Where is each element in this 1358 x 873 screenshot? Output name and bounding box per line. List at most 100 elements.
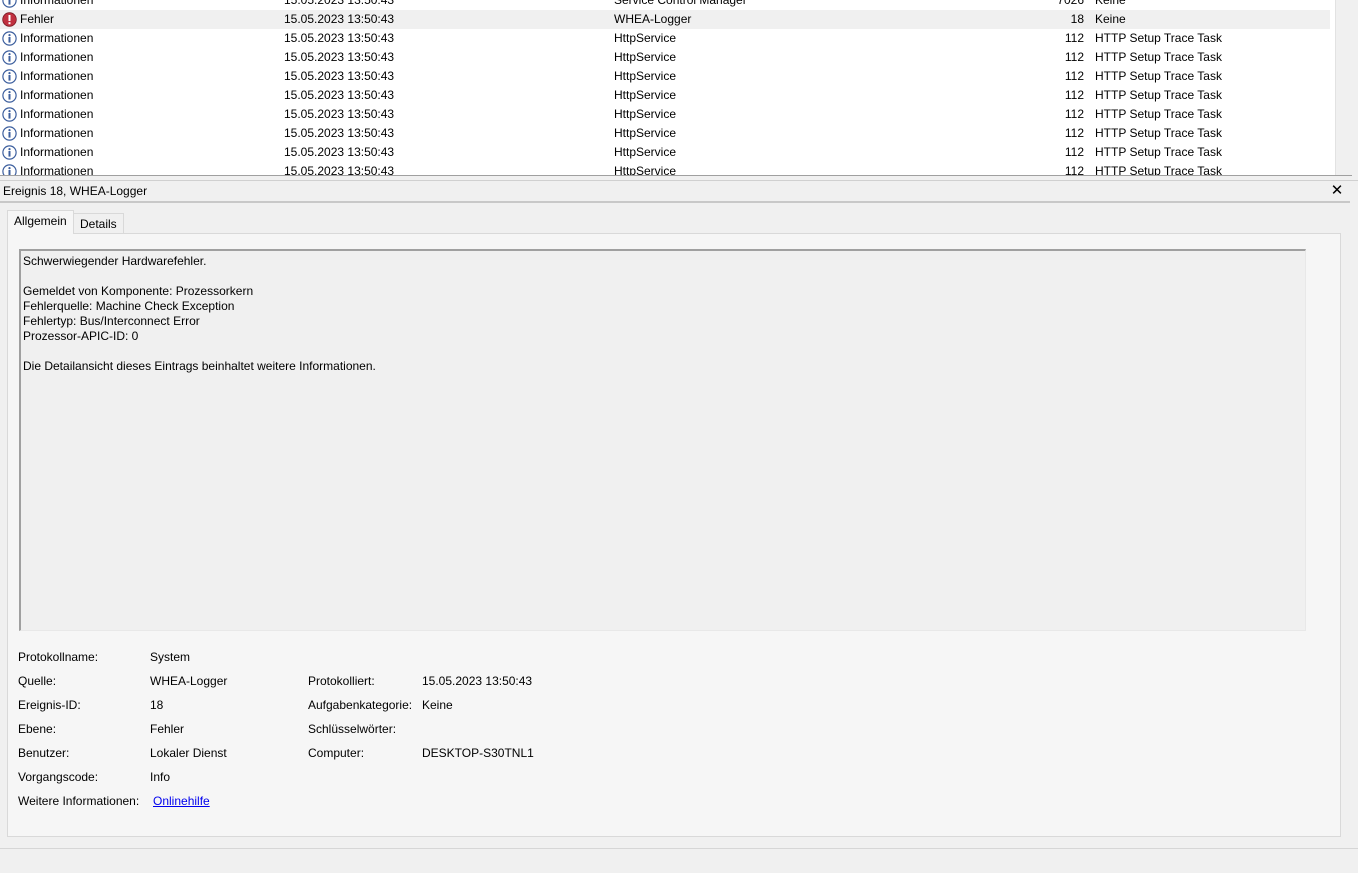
row-event-id: 112 — [1064, 88, 1084, 102]
row-event-id: 112 — [1064, 69, 1084, 83]
row-event-id: 112 — [1064, 31, 1084, 45]
table-row[interactable]: Informationen 15.05.2023 13:50:43 Service … — [0, 0, 1330, 10]
detail-header: Ereignis 18, WHEA-Logger ✕ — [0, 181, 1350, 203]
row-event-id: 112 — [1064, 145, 1084, 159]
row-date: 15.05.2023 13:50:43 — [284, 69, 395, 83]
row-level: Informationen — [20, 69, 94, 83]
user-label: Benutzer: — [18, 746, 70, 760]
row-task-category: HTTP Setup Trace Task — [1095, 50, 1222, 64]
row-source: HttpService — [614, 164, 677, 176]
event-list[interactable]: Informationen 15.05.2023 13:50:43 Service … — [0, 0, 1352, 176]
close-button[interactable]: ✕ — [1328, 181, 1346, 201]
row-source: HttpService — [614, 88, 677, 102]
row-source: Service Control Manager — [614, 0, 747, 7]
row-task-category: HTTP Setup Trace Task — [1095, 107, 1222, 121]
table-row[interactable]: Informationen 15.05.2023 13:50:43 HttpServ… — [0, 86, 1330, 105]
opcode-label: Vorgangscode: — [18, 770, 99, 784]
row-level: Informationen — [20, 164, 94, 176]
row-source: HttpService — [614, 107, 677, 121]
row-event-id: 112 — [1064, 164, 1084, 176]
row-task-category: HTTP Setup Trace Task — [1095, 69, 1222, 83]
event-id-label: Ereignis-ID: — [18, 698, 81, 712]
row-task-category: HTTP Setup Trace Task — [1095, 88, 1222, 102]
row-date: 15.05.2023 13:50:43 — [284, 126, 395, 140]
event-id-value: 18 — [150, 698, 164, 712]
row-date: 15.05.2023 13:50:43 — [284, 0, 395, 7]
row-task-category: Keine — [1095, 12, 1126, 26]
computer-label: Computer: — [308, 746, 365, 760]
table-row[interactable]: Informationen 15.05.2023 13:50:43 HttpServ… — [0, 162, 1330, 176]
table-row[interactable]: Fehler 15.05.2023 13:50:43 WHEA-Logger 18 Ke… — [0, 10, 1330, 29]
row-date: 15.05.2023 13:50:43 — [284, 88, 395, 102]
row-level: Informationen — [20, 88, 94, 102]
task-category-label: Aufgabenkategorie: — [308, 698, 413, 712]
row-event-id: 112 — [1064, 126, 1084, 140]
status-bar — [0, 848, 1358, 873]
info-icon — [2, 107, 17, 122]
detail-title: Ereignis 18, WHEA-Logger — [3, 184, 148, 198]
row-level: Informationen — [20, 50, 94, 64]
computer-value: DESKTOP-S30TNL1 — [422, 746, 534, 760]
info-icon — [2, 31, 17, 46]
row-source: HttpService — [614, 69, 677, 83]
error-icon — [2, 12, 17, 27]
row-date: 15.05.2023 13:50:43 — [284, 164, 395, 176]
info-icon — [2, 0, 17, 8]
row-level: Informationen — [20, 31, 94, 45]
more-info-label: Weitere Informationen: — [18, 794, 140, 808]
row-date: 15.05.2023 13:50:43 — [284, 50, 395, 64]
tab-details[interactable]: Details — [73, 213, 124, 234]
online-help-link[interactable]: Onlinehilfe — [153, 794, 210, 808]
row-level: Informationen — [20, 0, 94, 7]
vertical-scrollbar[interactable] — [1335, 0, 1352, 175]
row-level: Informationen — [20, 107, 94, 121]
info-icon — [2, 50, 17, 65]
tab-allgemein[interactable]: Allgemein — [7, 210, 74, 234]
event-description-text: Schwerwiegender Hardwarefehler. Gemeldet… — [23, 254, 376, 373]
info-icon — [2, 126, 17, 141]
table-row[interactable]: Informationen 15.05.2023 13:50:43 HttpServ… — [0, 29, 1330, 48]
info-icon — [2, 88, 17, 103]
row-level: Fehler — [20, 12, 55, 26]
table-row[interactable]: Informationen 15.05.2023 13:50:43 HttpServ… — [0, 124, 1330, 143]
row-source: HttpService — [614, 145, 677, 159]
source-label: Quelle: — [18, 674, 57, 688]
row-source: HttpService — [614, 126, 677, 140]
row-date: 15.05.2023 13:50:43 — [284, 145, 395, 159]
row-source: WHEA-Logger — [614, 12, 692, 26]
row-level: Informationen — [20, 126, 94, 140]
level-value: Fehler — [150, 722, 185, 736]
row-task-category: HTTP Setup Trace Task — [1095, 126, 1222, 140]
opcode-value: Info — [150, 770, 171, 784]
source-value: WHEA-Logger — [150, 674, 228, 688]
table-row[interactable]: Informationen 15.05.2023 13:50:43 HttpServ… — [0, 48, 1330, 67]
row-source: HttpService — [614, 50, 677, 64]
row-task-category: HTTP Setup Trace Task — [1095, 31, 1222, 45]
table-row[interactable]: Informationen 15.05.2023 13:50:43 HttpServ… — [0, 67, 1330, 86]
row-date: 15.05.2023 13:50:43 — [284, 107, 395, 121]
table-row[interactable]: Informationen 15.05.2023 13:50:43 HttpServ… — [0, 105, 1330, 124]
row-event-id: 112 — [1064, 107, 1084, 121]
event-description[interactable]: Schwerwiegender Hardwarefehler. Gemeldet… — [19, 249, 1306, 631]
log-name-value: System — [150, 650, 191, 664]
keywords-label: Schlüsselwörter: — [308, 722, 397, 736]
log-name-label: Protokollname: — [18, 650, 99, 664]
task-category-value: Keine — [422, 698, 453, 712]
row-level: Informationen — [20, 145, 94, 159]
table-row[interactable]: Informationen 15.05.2023 13:50:43 HttpServ… — [0, 143, 1330, 162]
row-date: 15.05.2023 13:50:43 — [284, 12, 395, 26]
row-task-category: HTTP Setup Trace Task — [1095, 164, 1222, 176]
row-event-id: 18 — [1070, 12, 1084, 26]
row-task-category: HTTP Setup Trace Task — [1095, 145, 1222, 159]
row-date: 15.05.2023 13:50:43 — [284, 31, 395, 45]
row-event-id: 7026 — [1057, 0, 1084, 7]
logged-value: 15.05.2023 13:50:43 — [422, 674, 533, 688]
row-task-category: Keine — [1095, 0, 1126, 7]
logged-label: Protokolliert: — [308, 674, 375, 688]
info-icon — [2, 145, 17, 160]
info-icon — [2, 69, 17, 84]
info-icon — [2, 164, 17, 175]
user-value: Lokaler Dienst — [150, 746, 227, 760]
row-source: HttpService — [614, 31, 677, 45]
level-label: Ebene: — [18, 722, 57, 736]
